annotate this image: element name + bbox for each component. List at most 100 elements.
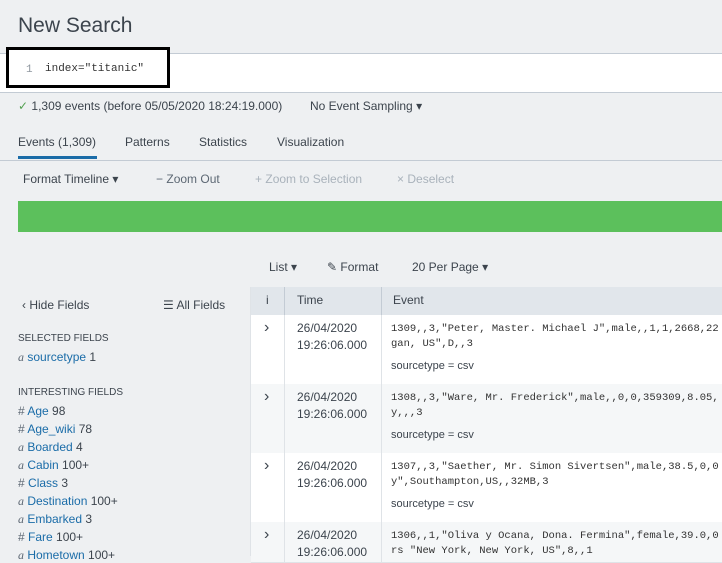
list-icon: ☰	[163, 298, 174, 312]
check-icon: ✓	[18, 99, 29, 113]
all-fields-label: All Fields	[176, 298, 226, 312]
column-divider	[381, 453, 382, 522]
format-timeline-button[interactable]: Format Timeline ▾	[23, 172, 118, 186]
event-clock-time: 19:26:06.000	[297, 476, 368, 490]
event-line: 1308,,3,"Ware, Mr. Frederick",male,,0,0,…	[391, 392, 719, 404]
event-time: 26/04/2020 19:26:06.000	[297, 320, 367, 354]
column-divider	[284, 384, 285, 453]
field-name: Class	[24, 476, 59, 490]
caret-down-icon: ▾	[416, 99, 423, 113]
tab-patterns[interactable]: Patterns	[125, 135, 170, 149]
field-item[interactable]: a sourcetype 1	[18, 350, 96, 365]
event-line: 1306,,1,"Oliva y Ocana, Dona. Fermina",f…	[391, 530, 719, 542]
pencil-icon: ✎	[327, 260, 338, 274]
event-clock-time: 19:26:06.000	[297, 338, 368, 352]
field-count: 100+	[52, 530, 84, 544]
column-divider	[381, 287, 382, 315]
zoom-selection-button[interactable]: + Zoom to Selection	[255, 172, 362, 186]
event-date: 26/04/2020	[297, 528, 358, 542]
field-name: sourcetype	[27, 350, 87, 364]
column-divider	[284, 315, 285, 384]
event-column-header[interactable]: Event	[393, 293, 424, 307]
tab-statistics[interactable]: Statistics	[199, 135, 247, 149]
caret-down-icon: ▾	[112, 172, 119, 186]
per-page-label: 20 Per Page	[412, 260, 479, 274]
column-divider	[284, 453, 285, 522]
event-time: 26/04/2020 19:26:06.000	[297, 389, 367, 423]
event-sourcetype[interactable]: sourcetype = csv	[391, 360, 474, 372]
field-count: 98	[48, 404, 66, 418]
tab-events[interactable]: Events (1,309)	[18, 135, 96, 149]
field-count: 100+	[87, 494, 118, 508]
caret-down-icon: ▾	[482, 260, 489, 274]
format-timeline-label: Format Timeline	[23, 172, 110, 186]
event-sampling-dropdown[interactable]: No Event Sampling ▾	[310, 99, 422, 113]
field-count: 3	[58, 476, 69, 490]
expand-row-icon[interactable]: ›	[264, 388, 269, 406]
column-divider	[284, 287, 285, 315]
field-count: 3	[82, 512, 93, 526]
event-line: rs "New York, New York, US",8,,1	[391, 545, 593, 557]
string-type-icon: a	[18, 350, 24, 364]
number-type-icon: #	[18, 476, 25, 490]
field-name: Age_wiki	[24, 422, 76, 436]
event-sourcetype[interactable]: sourcetype = csv	[391, 429, 474, 441]
field-item[interactable]: # Fare 100+	[18, 530, 83, 544]
field-item[interactable]: a Embarked 3	[18, 512, 92, 527]
field-name: Destination	[24, 494, 88, 508]
all-fields-button[interactable]: ☰ All Fields	[163, 298, 225, 312]
line-number: 1	[26, 64, 33, 76]
close-icon: ×	[397, 172, 405, 186]
expand-row-icon[interactable]: ›	[264, 526, 269, 544]
field-item[interactable]: # Age_wiki 78	[18, 422, 92, 436]
field-count: 1	[89, 350, 97, 364]
field-item[interactable]: a Cabin 100+	[18, 458, 89, 473]
field-item[interactable]: a Boarded 4	[18, 440, 83, 455]
field-name: Cabin	[24, 458, 59, 472]
list-dropdown[interactable]: List ▾	[269, 260, 297, 274]
format-button[interactable]: ✎ Format	[327, 260, 378, 274]
field-count: 78	[75, 422, 93, 436]
hide-fields-button[interactable]: ‹ Hide Fields	[22, 298, 89, 312]
timeline-histogram[interactable]	[18, 201, 722, 232]
tab-visualization[interactable]: Visualization	[277, 135, 344, 149]
field-item[interactable]: # Age 98	[18, 404, 65, 418]
event-clock-time: 19:26:06.000	[297, 407, 368, 421]
field-item[interactable]: # Class 3	[18, 476, 68, 490]
selected-fields-heading: SELECTED FIELDS	[18, 333, 109, 344]
event-line: y,,,3	[391, 407, 423, 419]
number-type-icon: #	[18, 530, 25, 544]
event-raw-text: 1306,,1,"Oliva y Ocana, Dona. Fermina",f…	[391, 529, 719, 559]
event-date: 26/04/2020	[297, 459, 358, 473]
zoom-out-label: Zoom Out	[166, 172, 220, 186]
info-column-header[interactable]: i	[266, 293, 269, 307]
number-type-icon: #	[18, 404, 25, 418]
field-name: Hometown	[24, 548, 85, 562]
event-raw-text: 1309,,3,"Peter, Master. Michael J",male,…	[391, 322, 719, 352]
active-tab-indicator	[18, 156, 97, 159]
expand-row-icon[interactable]: ›	[264, 319, 269, 337]
field-count: 100+	[84, 548, 116, 562]
column-divider	[284, 522, 285, 562]
expand-row-icon[interactable]: ›	[264, 457, 269, 475]
event-line: gan, US",D,,3	[391, 338, 473, 350]
minus-icon: −	[156, 172, 164, 186]
zoom-out-button[interactable]: − Zoom Out	[156, 172, 220, 186]
field-count: 100+	[58, 458, 90, 472]
event-clock-time: 19:26:06.000	[297, 545, 368, 559]
field-item[interactable]: a Destination 100+	[18, 494, 118, 509]
event-raw-text: 1307,,3,"Saether, Mr. Simon Sivertsen",m…	[391, 460, 719, 490]
number-type-icon: #	[18, 422, 25, 436]
event-sourcetype[interactable]: sourcetype = csv	[391, 498, 474, 510]
time-column-header[interactable]: Time	[297, 293, 323, 307]
search-query-input[interactable]: index="titanic"	[45, 63, 144, 75]
event-status: ✓ 1,309 events (before 05/05/2020 18:24:…	[18, 99, 282, 113]
plus-icon: +	[255, 172, 263, 186]
field-count: 4	[72, 440, 83, 454]
per-page-dropdown[interactable]: 20 Per Page ▾	[412, 260, 488, 274]
event-date: 26/04/2020	[297, 390, 358, 404]
deselect-label: Deselect	[407, 172, 455, 186]
field-name: Embarked	[24, 512, 83, 526]
caret-down-icon: ▾	[291, 260, 298, 274]
deselect-button[interactable]: × Deselect	[397, 172, 454, 186]
